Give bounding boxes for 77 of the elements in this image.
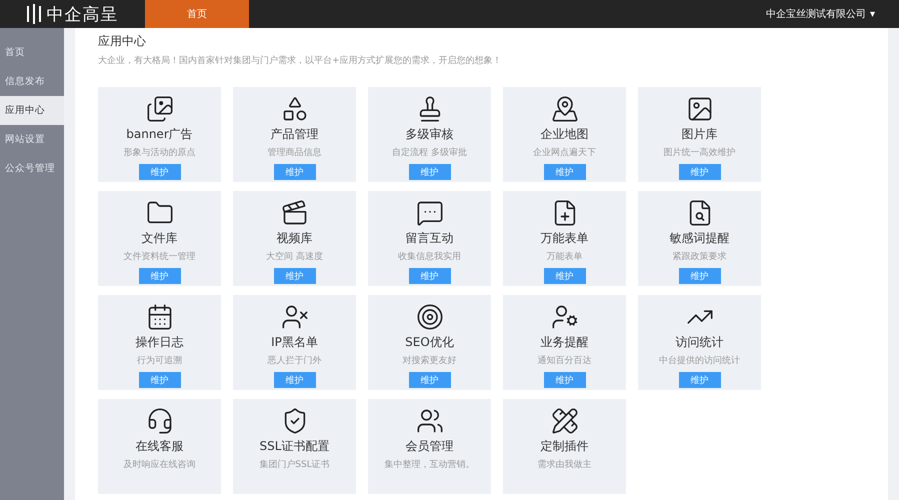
user-blocked-icon	[280, 303, 308, 331]
app-description: 大空间 高速度	[266, 250, 323, 263]
maintain-button[interactable]: 维护	[544, 164, 586, 180]
app-name: 在线客服	[136, 438, 184, 455]
headset-icon	[146, 407, 174, 435]
maintain-button[interactable]: 维护	[408, 164, 450, 180]
app-description: 收集信息我实用	[398, 250, 461, 263]
maintain-button[interactable]: 维护	[138, 372, 180, 388]
app-name: 定制插件	[540, 438, 588, 455]
chat-bubble-icon	[416, 199, 444, 227]
app-name: IP黑名单	[271, 334, 318, 351]
app-name: 图片库	[682, 126, 718, 143]
app-description: 及时响应在线咨询	[124, 458, 196, 471]
sidebar-item[interactable]: 应用中心	[0, 96, 64, 125]
maintain-button[interactable]: 维护	[274, 164, 316, 180]
app-description: 中台提供的访问统计	[659, 354, 740, 367]
logo-text: 中企高呈	[46, 4, 118, 26]
app-description: 恶人拦于门外	[268, 354, 322, 367]
app-name: 视频库	[276, 230, 312, 247]
app-name: 敏感词提醒	[670, 230, 730, 247]
sidebar-item[interactable]: 信息发布	[0, 67, 64, 96]
app-name: 企业地图	[540, 126, 588, 143]
app-name: SSL证书配置	[260, 438, 330, 455]
user-gear-icon	[550, 303, 578, 331]
sidebar-item[interactable]: 公众号管理	[0, 154, 64, 183]
app-description: 万能表单	[546, 250, 582, 263]
app-name: 访问统计	[676, 334, 724, 351]
picture-icon	[686, 95, 714, 123]
app-description: 集团门户SSL证书	[259, 458, 330, 471]
app-name: 多级审核	[406, 126, 454, 143]
app-description: 通知百分百达	[538, 354, 592, 367]
app-name: 业务提醒	[540, 334, 588, 351]
maintain-button[interactable]: 维护	[678, 372, 720, 388]
users-icon	[416, 407, 444, 435]
maintain-button[interactable]: 维护	[544, 268, 586, 284]
app-name: 留言互动	[406, 230, 454, 247]
app-description: 对搜索更友好	[402, 354, 456, 367]
app-name: 产品管理	[270, 126, 318, 143]
map-pin-icon	[550, 95, 578, 123]
app-name: 会员管理	[406, 438, 454, 455]
sidebar-item[interactable]: 首页	[0, 38, 64, 67]
app-description: 管理商品信息	[268, 146, 322, 159]
clapperboard-icon	[280, 199, 308, 227]
maintain-button[interactable]: 维护	[138, 268, 180, 284]
maintain-button[interactable]: 维护	[678, 164, 720, 180]
company-menu[interactable]: 中企宝丝测试有限公司 ▾	[766, 0, 899, 28]
app-name: 操作日志	[136, 334, 184, 351]
app-name: 万能表单	[540, 230, 588, 247]
app-description: 集中整理，互动营销。	[384, 458, 474, 471]
app-name: SEO优化	[405, 334, 454, 351]
page-title: 应用中心	[98, 33, 147, 50]
maintain-button[interactable]: 维护	[544, 372, 586, 388]
app-name: 文件库	[142, 230, 178, 247]
app-description: 形象与活动的原点	[124, 146, 196, 159]
page-subtitle: 大企业，有大格局！国内首家针对集团与门户需求，以平台+应用方式扩展您的需求，开启您的想象！	[98, 54, 503, 67]
nav-tab[interactable]: 首页	[145, 0, 249, 28]
app-description: 紧跟政策要求	[672, 250, 726, 263]
pencil-ruler-icon	[550, 407, 578, 435]
logo-bars-icon	[26, 4, 40, 24]
target-icon	[416, 303, 444, 331]
pictures-icon	[146, 95, 174, 123]
maintain-button[interactable]: 维护	[274, 372, 316, 388]
app-description: 行为可追溯	[137, 354, 182, 367]
app-description: 自定流程 多级审批	[392, 146, 467, 159]
maintain-button[interactable]: 维护	[138, 164, 180, 180]
maintain-button[interactable]: 维护	[408, 268, 450, 284]
maintain-button[interactable]: 维护	[408, 372, 450, 388]
app-name: banner广告	[126, 126, 193, 143]
app-description: 企业网点遍天下	[533, 146, 596, 159]
shapes-icon	[280, 95, 308, 123]
sidebar-item[interactable]: 网站设置	[0, 125, 64, 154]
app-description: 图片统一高效维护	[664, 146, 736, 159]
maintain-button[interactable]: 维护	[274, 268, 316, 284]
calendar-icon	[146, 303, 174, 331]
maintain-button[interactable]: 维护	[678, 268, 720, 284]
app-description: 需求由我做主	[538, 458, 592, 471]
app-description: 文件资料统一管理	[124, 250, 196, 263]
